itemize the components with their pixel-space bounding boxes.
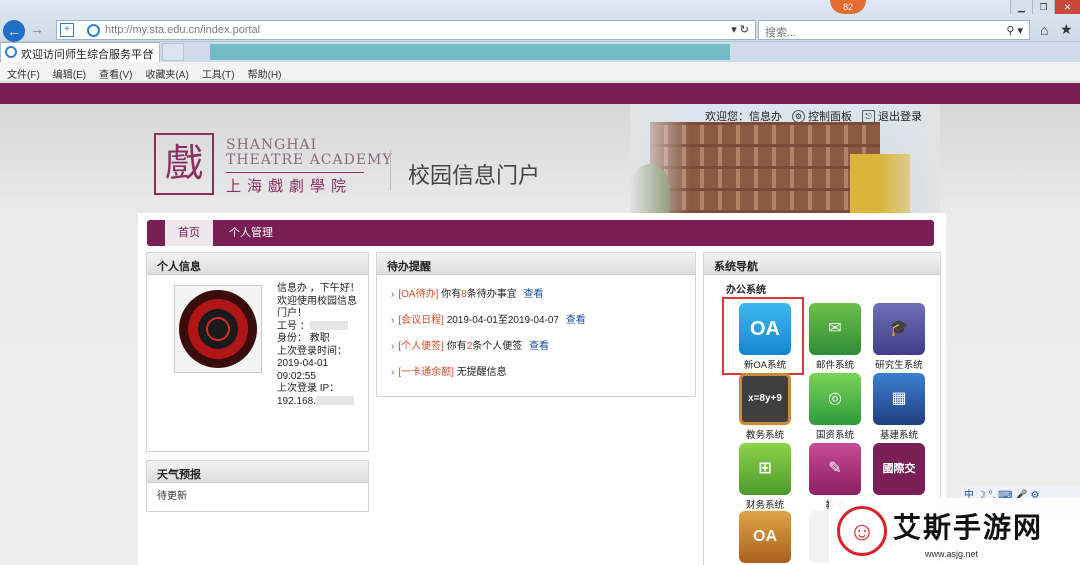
- close-window-icon[interactable]: ✕: [1054, 0, 1080, 14]
- oa-old-icon: OA: [739, 511, 791, 563]
- menu-edit[interactable]: 编辑(E): [46, 62, 92, 81]
- tile-mail[interactable]: ✉ 邮件系统: [808, 303, 862, 371]
- top-band: [0, 83, 1080, 104]
- tile-construction[interactable]: ▦ 基建系统: [872, 373, 926, 441]
- academy-name-en: SHANGHAI THEATRE ACADEMY: [226, 137, 393, 168]
- tab-title[interactable]: 欢迎访问师生综合服务平台: [21, 46, 153, 62]
- main-nav: 首页 个人管理: [147, 220, 934, 246]
- favorites-star-icon[interactable]: ★: [1060, 21, 1073, 38]
- tab-personal[interactable]: 个人管理: [229, 220, 273, 246]
- academy-name-cn: 上海戲劇學院: [226, 177, 353, 195]
- control-panel-link[interactable]: 控制面板: [808, 108, 852, 124]
- tile-new-oa[interactable]: OA 新OA系统: [738, 303, 792, 371]
- welcome-text: 欢迎您：信息办: [705, 111, 782, 123]
- international-icon: 國際交: [873, 443, 925, 495]
- back-arrow-icon[interactable]: ←: [3, 20, 25, 42]
- menu-help[interactable]: 帮助(H): [241, 62, 288, 81]
- browser-toolbar: ← → + http://my.sta.edu.cn/index.portal …: [0, 0, 1080, 42]
- user-info: 信息办 ，下午好！ 欢迎使用校园信息门户！ 工号 ： 身份： 教职 上次登录时间…: [277, 283, 360, 407]
- logout-link[interactable]: 退出登录: [878, 108, 922, 124]
- tile-oa-old[interactable]: OA: [738, 511, 792, 565]
- mail-icon: ✉: [809, 303, 861, 355]
- address-text[interactable]: http://my.sta.edu.cn/index.portal: [105, 24, 260, 36]
- graduate-icon: 🎓: [873, 303, 925, 355]
- tab-home[interactable]: 首页: [165, 220, 213, 246]
- avatar[interactable]: [174, 285, 262, 373]
- restore-icon[interactable]: ❐: [1032, 0, 1054, 14]
- new-tab-button[interactable]: [162, 43, 184, 61]
- notification-badge[interactable]: 82: [830, 0, 866, 14]
- tab-close-icon[interactable]: ×: [148, 46, 154, 58]
- ie-tab-icon: [5, 46, 17, 58]
- tile-academic[interactable]: x=8y+9 教务系统: [738, 373, 792, 441]
- view-link[interactable]: 查看: [566, 315, 586, 326]
- watermark-logo: ☺: [837, 506, 887, 556]
- panel-title: 天气预报: [147, 461, 368, 483]
- panel-title: 个人信息: [147, 253, 368, 275]
- tile-finance[interactable]: ⊞ 财务系统: [738, 443, 792, 511]
- panel-title: 系统导航: [704, 253, 940, 275]
- academy-seal-logo: 戲: [154, 133, 214, 195]
- search-input[interactable]: 搜索...: [765, 24, 796, 40]
- todo-item: › [OA待办] 你有8条待办事宜 查看: [391, 289, 544, 300]
- tile-international[interactable]: 國際交: [872, 443, 926, 497]
- minimize-icon[interactable]: ▁: [1010, 0, 1032, 14]
- forward-arrow-icon[interactable]: →: [30, 21, 44, 37]
- tab-bar: 欢迎访问师生综合服务平台 ×: [0, 42, 1080, 62]
- office-systems-heading: 办公系统: [726, 285, 766, 296]
- weather-text: 待更新: [157, 491, 187, 502]
- building-icon: ▦: [873, 373, 925, 425]
- menu-file[interactable]: 文件(F): [0, 62, 46, 81]
- search-box[interactable]: 搜索... ⚲ ▾: [758, 20, 1030, 40]
- todo-panel: 待办提醒 › [OA待办] 你有8条待办事宜 查看 › [会议日程] 2019-04…: [376, 252, 696, 397]
- menu-favorites[interactable]: 收藏夹(A): [138, 62, 194, 81]
- portal-title: 校园信息门户: [408, 163, 541, 188]
- address-bar[interactable]: + http://my.sta.edu.cn/index.portal ▾ ↻: [56, 20, 756, 40]
- compat-view-icon[interactable]: +: [60, 23, 74, 37]
- chalkboard-icon: x=8y+9: [739, 373, 791, 425]
- tile-graduate[interactable]: 🎓 研究生系统: [872, 303, 926, 371]
- weather-panel: 天气预报 待更新: [146, 460, 369, 512]
- refresh-icon[interactable]: ▾ ↻: [731, 23, 749, 36]
- window-controls: ▁ ❐ ✕: [1010, 0, 1080, 14]
- tile-assets[interactable]: ◎ 国资系统: [808, 373, 862, 441]
- personal-info-panel: 个人信息 信息办 ，下午好！ 欢迎使用校园信息门户！ 工号 ： 身份： 教职 上…: [146, 252, 369, 452]
- todo-item: › [一卡通余额] 无提醒信息: [391, 367, 507, 378]
- oa-icon: OA: [739, 303, 791, 355]
- view-link[interactable]: 查看: [523, 289, 543, 300]
- logo-rule: [226, 172, 364, 173]
- logout-icon[interactable]: ⎋: [862, 109, 875, 123]
- ie-page-icon: [87, 24, 100, 37]
- menu-tools[interactable]: 工具(T): [195, 62, 241, 81]
- coins-icon: ◎: [809, 373, 861, 425]
- header-divider: [390, 150, 391, 190]
- watermark-url: www.asjg.net: [925, 549, 979, 559]
- panel-title: 待办提醒: [377, 253, 695, 275]
- book-icon: ✎: [809, 443, 861, 495]
- gear-icon[interactable]: ⚙: [792, 109, 805, 123]
- watermark-title: 艾斯手游网: [893, 511, 1044, 544]
- home-icon[interactable]: ⌂: [1040, 22, 1048, 38]
- menu-view[interactable]: 查看(V): [92, 62, 138, 81]
- watermark: ☺ 艾斯手游网 www.asjg.net: [829, 498, 1080, 565]
- browser-tab[interactable]: 欢迎访问师生综合服务平台 ×: [0, 42, 160, 62]
- calculator-icon: ⊞: [739, 443, 791, 495]
- todo-item: › [会议日程] 2019-04-01至2019-04-07 查看: [391, 315, 586, 326]
- user-links: 欢迎您：信息办 ⚙ 控制面板 ⎋ 退出登录: [705, 108, 922, 124]
- search-icon[interactable]: ⚲ ▾: [1006, 24, 1023, 37]
- menu-bar: 文件(F) 编辑(E) 查看(V) 收藏夹(A) 工具(T) 帮助(H): [0, 62, 1080, 82]
- view-link[interactable]: 查看: [529, 341, 549, 352]
- blurred-area: [210, 44, 730, 60]
- todo-item: › [个人便签] 你有2条个人便签 查看: [391, 341, 550, 352]
